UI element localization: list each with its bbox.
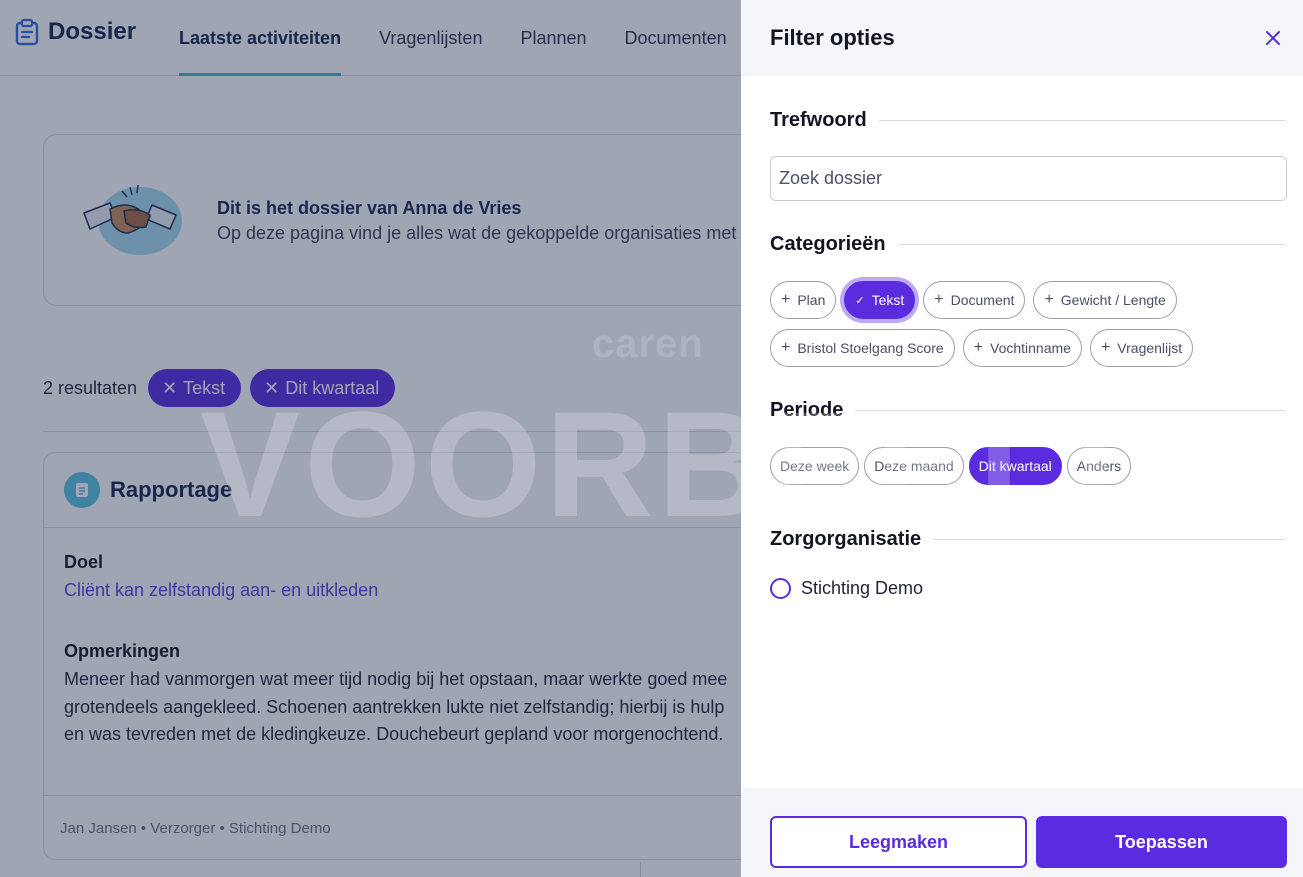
clear-button[interactable]: Leegmaken bbox=[770, 816, 1027, 868]
category-chip-label: Tekst bbox=[871, 292, 905, 308]
category-chip-vragenlijst[interactable]: + Vragenlijst bbox=[1089, 329, 1194, 367]
category-chip-bristol[interactable]: + Bristol Stoelgang Score bbox=[770, 329, 955, 367]
categories-section-title: Categorieën bbox=[770, 233, 1286, 256]
category-chip-row: + Bristol Stoelgang Score + Vochtinname … bbox=[770, 329, 1194, 367]
category-chip-gewicht-lengte[interactable]: + Gewicht / Lengte bbox=[1033, 281, 1177, 319]
plus-icon: + bbox=[781, 291, 791, 308]
period-chip-dit-kwartaal[interactable]: Dit kwartaal bbox=[968, 447, 1062, 485]
categories-title: Categorieën bbox=[770, 233, 886, 255]
filter-panel: Filter opties Trefwoord Categorieën + Pl… bbox=[741, 0, 1303, 877]
organisation-option-label: Stichting Demo bbox=[801, 578, 924, 598]
close-icon bbox=[1266, 31, 1280, 45]
category-chip-plan[interactable]: + Plan bbox=[770, 281, 837, 319]
organisation-option-stichting-demo[interactable]: Stichting Demo bbox=[770, 578, 923, 599]
search-input[interactable] bbox=[770, 156, 1287, 201]
filter-panel-title: Filter opties bbox=[770, 25, 895, 50]
period-chip-row: Deze week Deze maand Dit kwartaal Anders bbox=[770, 447, 1132, 485]
filter-panel-footer: Leegmaken Toepassen bbox=[741, 788, 1303, 877]
keyword-title: Trefwoord bbox=[770, 109, 867, 131]
category-chip-label: Gewicht / Lengte bbox=[1060, 292, 1166, 308]
period-chip-anders[interactable]: Anders bbox=[1066, 447, 1132, 485]
period-chip-deze-maand[interactable]: Deze maand bbox=[864, 447, 964, 485]
period-section-title: Periode bbox=[770, 399, 1286, 422]
organisation-title: Zorgorganisatie bbox=[770, 528, 922, 550]
period-title: Periode bbox=[770, 399, 844, 421]
period-chip-deze-week[interactable]: Deze week bbox=[770, 447, 860, 485]
plus-icon: + bbox=[1100, 339, 1111, 356]
category-chip-tekst[interactable]: ✓ Tekst bbox=[844, 281, 916, 319]
keyword-section-title: Trefwoord bbox=[770, 109, 1286, 132]
filter-panel-header: Filter opties bbox=[741, 0, 1303, 76]
category-chip-label: Plan bbox=[797, 292, 826, 308]
plus-icon: + bbox=[781, 339, 791, 356]
category-chip-row: + Plan ✓ Tekst + Document + Gewicht / Le… bbox=[770, 281, 1177, 319]
category-chip-label: Vochtinname bbox=[990, 340, 1071, 356]
category-chip-label: Vragenlijst bbox=[1117, 340, 1183, 356]
category-chip-vochtinname[interactable]: + Vochtinname bbox=[962, 329, 1082, 367]
apply-button[interactable]: Toepassen bbox=[1036, 816, 1287, 868]
organisation-section-title: Zorgorganisatie bbox=[770, 528, 1286, 551]
caren-logo-watermark: caren bbox=[592, 322, 704, 366]
plus-icon: + bbox=[934, 291, 944, 308]
radio-button[interactable] bbox=[770, 578, 791, 599]
plus-icon: + bbox=[973, 339, 983, 356]
category-chip-label: Bristol Stoelgang Score bbox=[797, 340, 944, 356]
check-icon: ✓ bbox=[855, 294, 865, 307]
category-chip-label: Document bbox=[950, 292, 1015, 308]
close-panel-button[interactable] bbox=[1261, 26, 1285, 50]
category-chip-document[interactable]: + Document bbox=[923, 281, 1026, 319]
plus-icon: + bbox=[1044, 291, 1054, 308]
